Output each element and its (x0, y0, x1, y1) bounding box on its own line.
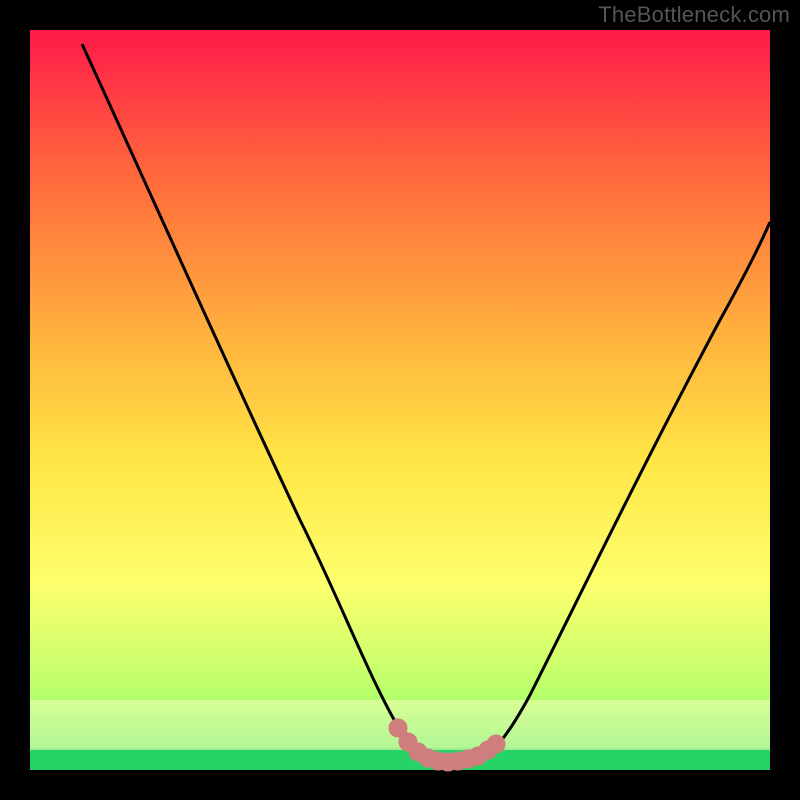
watermark-text: TheBottleneck.com (598, 2, 790, 28)
chart-svg (0, 0, 800, 800)
green-band (30, 748, 770, 770)
plot-background (30, 30, 770, 770)
bottleneck-chart: TheBottleneck.com (0, 0, 800, 800)
